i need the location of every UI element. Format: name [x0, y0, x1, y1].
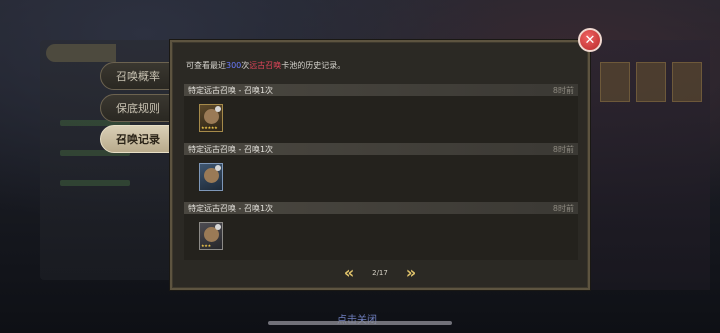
side-tab-header [46, 44, 116, 62]
record-body: ★★★★★ [184, 96, 578, 143]
hero-card-icon[interactable]: ★★★★★ [199, 104, 223, 132]
info-pool-name: 远古召唤 [249, 61, 282, 70]
info-count: 300 [226, 61, 242, 70]
class-badge-icon [215, 165, 221, 171]
next-page-button[interactable]: » [402, 265, 420, 281]
history-info-text: 可查看最近300次远古召唤卡池的历史记录。 [186, 60, 345, 71]
tab-summon-rates[interactable]: 召唤概率 [100, 62, 176, 90]
info-suffix: 卡池的历史记录。 [281, 61, 346, 70]
background-decoration [60, 180, 130, 186]
record-body: ★★★ [184, 214, 578, 260]
history-list[interactable]: 特定远古召唤 - 召唤1次 8时前 ★★★★★ 特定远古召唤 - 召唤1次 8时… [184, 84, 578, 260]
previous-page-button[interactable]: « [340, 265, 358, 281]
tab-label: 召唤概率 [116, 70, 160, 83]
page-indicator: 2/17 [372, 269, 388, 277]
class-badge-icon [215, 224, 221, 230]
star-rating: ★★★ [201, 243, 211, 248]
record-header: 特定远古召唤 - 召唤1次 8时前 [184, 84, 578, 96]
record-header: 特定远古召唤 - 召唤1次 8时前 [184, 202, 578, 214]
pagination: « 2/17 » [340, 264, 420, 282]
background-card [636, 62, 666, 102]
info-prefix: 可查看最近 [186, 61, 226, 70]
record-header: 特定远古召唤 - 召唤1次 8时前 [184, 143, 578, 155]
record-time: 8时前 [552, 203, 574, 213]
tab-summon-history[interactable]: 召唤记录 [100, 125, 176, 153]
hero-card-icon[interactable]: ★★★ [199, 222, 223, 250]
record-title: 特定远古召唤 - 召唤1次 [188, 144, 274, 154]
record-title: 特定远古召唤 - 召唤1次 [188, 203, 274, 213]
tab-label: 召唤记录 [116, 133, 160, 146]
record-time: 8时前 [552, 144, 574, 154]
history-record: 特定远古召唤 - 召唤1次 8时前 ★★★★★ [184, 84, 578, 143]
history-record: 特定远古召唤 - 召唤1次 8时前 ★★★ [184, 202, 578, 260]
home-indicator [268, 321, 452, 325]
hero-card-icon[interactable] [199, 163, 223, 191]
history-record: 特定远古召唤 - 召唤1次 8时前 [184, 143, 578, 202]
class-badge-icon [215, 106, 221, 112]
record-body [184, 155, 578, 202]
record-title: 特定远古召唤 - 召唤1次 [188, 85, 274, 95]
close-icon: ✕ [584, 32, 596, 48]
close-button[interactable]: ✕ [578, 28, 602, 52]
tab-label: 保底规则 [116, 102, 160, 115]
tab-pity-rules[interactable]: 保底规则 [100, 94, 176, 122]
background-card [600, 62, 630, 102]
record-time: 8时前 [552, 85, 574, 95]
background-card [672, 62, 702, 102]
star-rating: ★★★★★ [201, 125, 218, 130]
